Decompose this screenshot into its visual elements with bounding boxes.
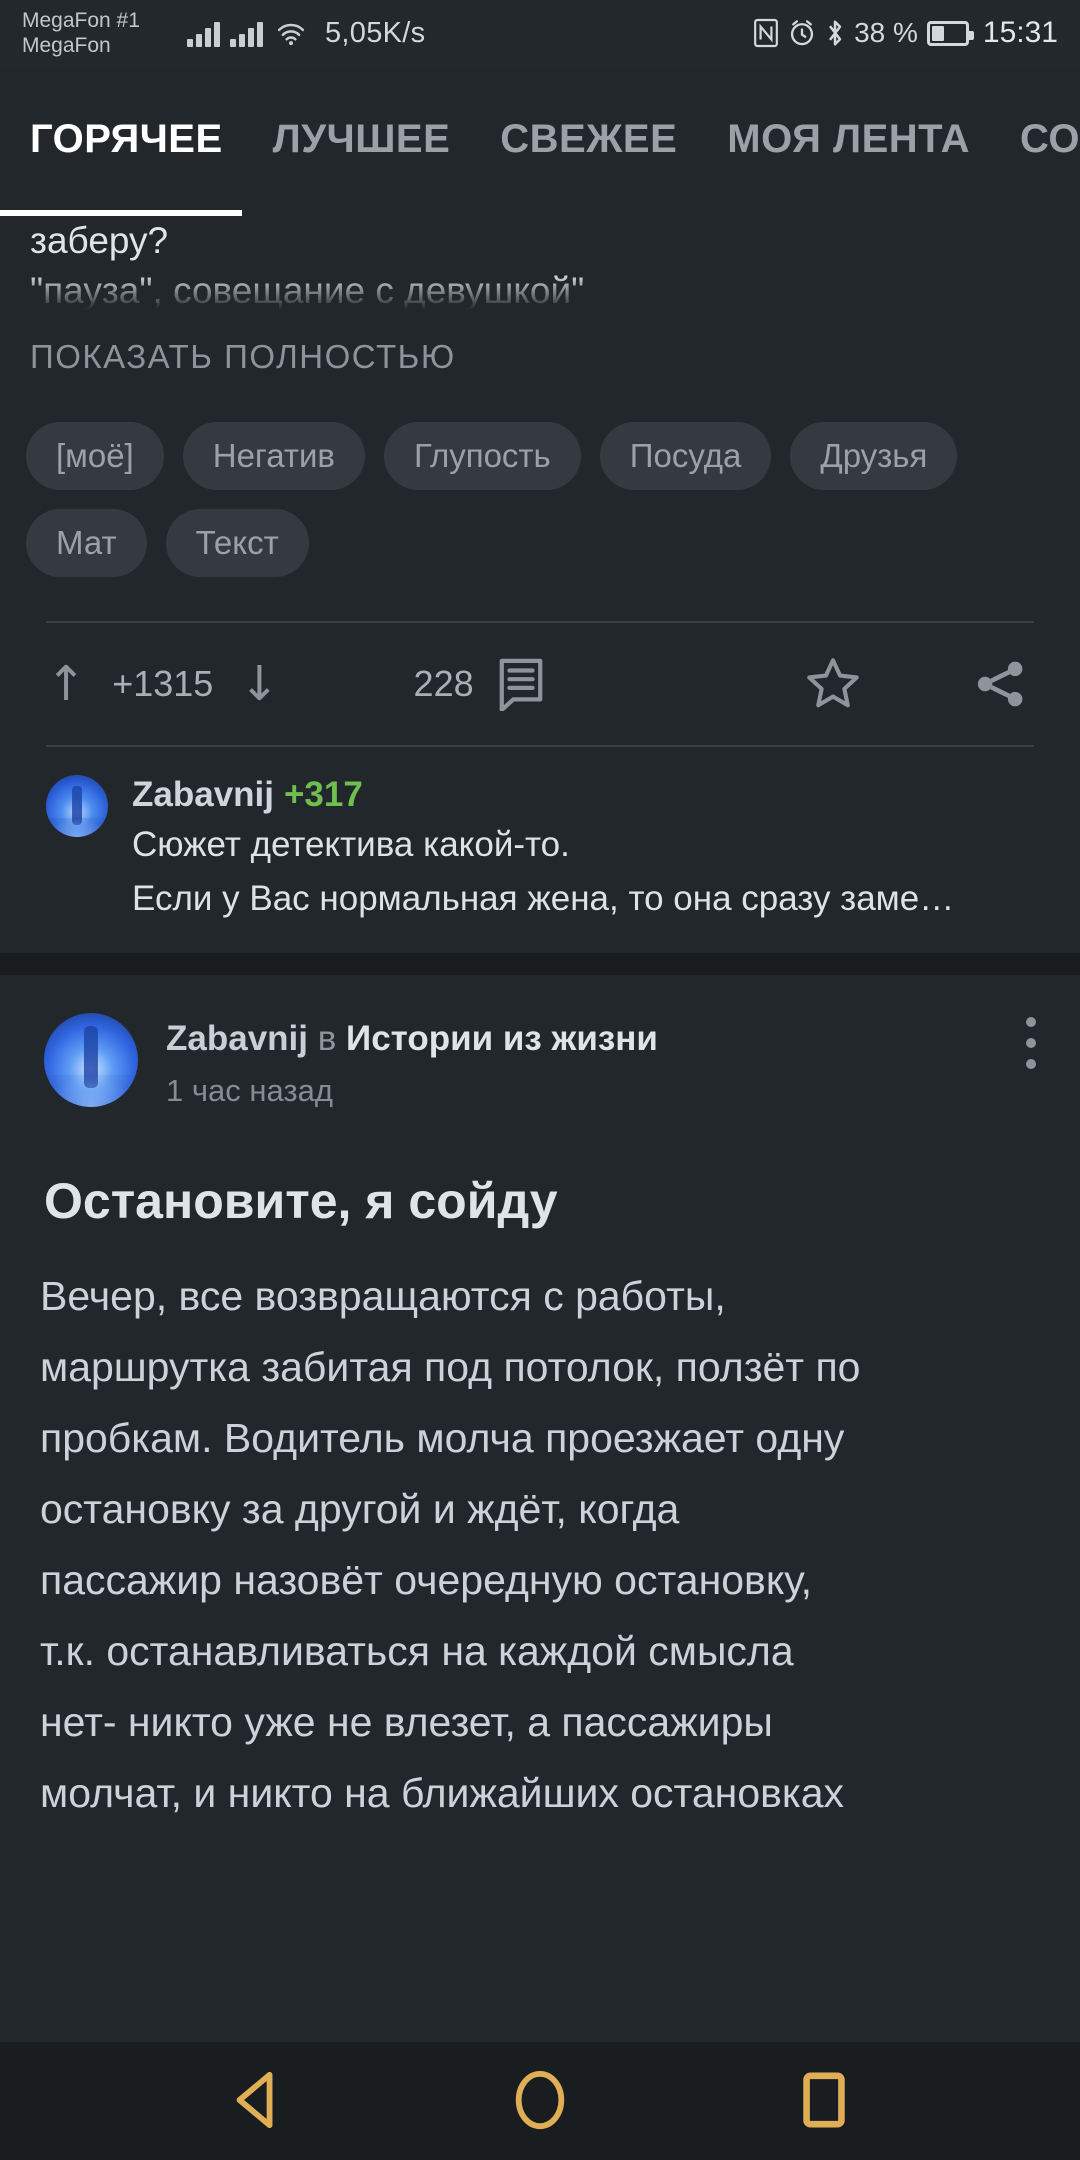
tab-fresh[interactable]: СВЕЖЕЕ bbox=[500, 117, 677, 162]
post-timestamp: 1 час назад bbox=[166, 1073, 333, 1108]
post-card-2: Zabavnij в Истории из жизни 1 час назад … bbox=[0, 975, 1080, 1829]
post-title[interactable]: Остановите, я сойду bbox=[0, 1109, 1080, 1231]
post-body-line: остановку за другой и ждёт, когда bbox=[40, 1486, 680, 1532]
post-body: Вечер, все возвращаются с работы, маршру… bbox=[0, 1231, 1080, 1829]
tag-chip[interactable]: Посуда bbox=[599, 422, 772, 490]
post-1-tag-list: [моё] Негатив Глупость Посуда Друзья Мат… bbox=[0, 386, 1080, 577]
clock: 15:31 bbox=[982, 16, 1058, 49]
tag-chip[interactable]: Текст bbox=[165, 509, 309, 577]
comment-icon[interactable] bbox=[496, 657, 546, 711]
post-2-meta: Zabavnij в Истории из жизни 1 час назад bbox=[166, 1013, 1036, 1109]
post-2-header: Zabavnij в Истории из жизни 1 час назад bbox=[0, 975, 1080, 1109]
comments-group[interactable]: 228 bbox=[414, 657, 546, 711]
recents-square-icon[interactable] bbox=[776, 2052, 872, 2148]
tab-best[interactable]: ЛУЧШЕЕ bbox=[273, 117, 451, 162]
show-more-button[interactable]: ПОКАЗАТЬ ПОЛНОСТЬЮ bbox=[0, 316, 1080, 386]
carrier-line-1: MegaFon #1 bbox=[22, 9, 140, 32]
post-separator bbox=[0, 953, 1080, 975]
upvote-icon[interactable]: ↑ bbox=[46, 660, 86, 708]
post-body-line: молчат, и никто на ближайших остановках bbox=[40, 1770, 845, 1816]
avatar[interactable] bbox=[44, 1013, 138, 1107]
tag-chip[interactable]: Друзья bbox=[790, 422, 958, 490]
battery-percent: 38 % bbox=[854, 17, 918, 48]
star-icon[interactable] bbox=[804, 655, 862, 713]
post-body-line: пробкам. Водитель молча проезжает одну bbox=[40, 1415, 845, 1461]
comments-count: 228 bbox=[413, 663, 474, 704]
text-fade-overlay bbox=[0, 276, 1080, 316]
downvote-icon[interactable]: ↓ bbox=[239, 660, 279, 708]
tab-hot[interactable]: ГОРЯЧЕЕ bbox=[30, 117, 223, 162]
post-body-line: т.к. останавливаться на каждой смысла bbox=[40, 1628, 794, 1674]
avatar[interactable] bbox=[46, 775, 108, 837]
signal-bars-sim1-icon bbox=[187, 19, 220, 47]
post-body-line: нет- никто уже не влезет, а пассажиры bbox=[40, 1699, 773, 1745]
android-navigation-bar bbox=[0, 2040, 1080, 2160]
battery-icon bbox=[926, 20, 974, 46]
kebab-menu-icon[interactable] bbox=[1026, 1017, 1036, 1069]
status-bar: MegaFon #1 MegaFon 5,05K/s 38 % 15:31 bbox=[0, 0, 1080, 66]
post-card-1: заберу? "пауза", совещание с девушкой" П… bbox=[0, 216, 1080, 953]
comment-text-line-1: Сюжет детектива какой-то. bbox=[132, 825, 570, 864]
comment-author[interactable]: Zabavnij bbox=[132, 775, 274, 814]
home-circle-icon[interactable] bbox=[492, 2052, 588, 2148]
mobile-data-icon bbox=[277, 23, 305, 46]
post-2-byline: Zabavnij в Истории из жизни bbox=[166, 1017, 1036, 1061]
tab-bar: ГОРЯЧЕЕ ЛУЧШЕЕ СВЕЖЕЕ МОЯ ЛЕНТА СО bbox=[0, 66, 1080, 216]
post-1-truncated-text[interactable]: заберу? "пауза", совещание с девушкой" bbox=[0, 216, 1080, 316]
status-left-icons: 5,05K/s bbox=[187, 17, 425, 50]
top-comment[interactable]: Zabavnij +317 Сюжет детектива какой-то. Е… bbox=[0, 747, 1080, 949]
post-body-line: пассажир назовёт очередную остановку, bbox=[40, 1557, 813, 1603]
bluetooth-icon bbox=[829, 20, 842, 46]
share-icon[interactable] bbox=[972, 656, 1034, 712]
network-speed: 5,05K/s bbox=[325, 16, 426, 49]
navbar-top-border bbox=[0, 2040, 1080, 2042]
tag-chip[interactable]: [моё] bbox=[26, 422, 164, 490]
post-body-line: Вечер, все возвращаются с работы, bbox=[40, 1273, 726, 1319]
tab-list[interactable]: ГОРЯЧЕЕ ЛУЧШЕЕ СВЕЖЕЕ МОЯ ЛЕНТА СО bbox=[0, 66, 1080, 212]
feed-scroll-area[interactable]: заберу? "пауза", совещание с девушкой" П… bbox=[0, 216, 1080, 2040]
post-1-action-bar: ↑ +1315 ↓ 228 bbox=[0, 623, 1080, 745]
comment-score: +317 bbox=[283, 775, 363, 814]
rating-value: +1315 bbox=[112, 663, 214, 704]
nfc-icon bbox=[754, 18, 779, 48]
post-author[interactable]: Zabavnij bbox=[166, 1019, 308, 1058]
back-triangle-icon[interactable] bbox=[208, 2052, 304, 2148]
signal-bars-sim2-icon bbox=[230, 19, 263, 47]
carrier-line-2: MegaFon bbox=[22, 34, 111, 57]
post-1-text-line-1: заберу? bbox=[30, 220, 169, 261]
community-name[interactable]: Истории из жизни bbox=[346, 1019, 658, 1058]
status-right-icons: 38 % 15:31 bbox=[753, 16, 1058, 50]
alarm-icon bbox=[791, 20, 814, 46]
rating-group: ↑ +1315 ↓ bbox=[46, 660, 280, 708]
comment-text-line-2: Если у Вас нормальная жена, то она сразу… bbox=[132, 879, 955, 918]
tag-chip[interactable]: Глупость bbox=[383, 422, 581, 490]
comment-header: Zabavnij +317 bbox=[132, 775, 1034, 815]
tab-communities[interactable]: СО bbox=[1020, 117, 1080, 162]
in-preposition: в bbox=[317, 1019, 337, 1058]
comment-body: Zabavnij +317 Сюжет детектива какой-то. Е… bbox=[132, 775, 1034, 923]
carrier-label: MegaFon #1 MegaFon bbox=[22, 8, 187, 58]
tab-my-feed[interactable]: МОЯ ЛЕНТА bbox=[727, 117, 970, 162]
post-body-line: маршрутка забитая под потолок, ползёт по bbox=[40, 1344, 861, 1390]
tag-chip[interactable]: Негатив bbox=[182, 422, 365, 490]
phone-screen: MegaFon #1 MegaFon 5,05K/s 38 % 15:31 ГО… bbox=[0, 0, 1080, 2160]
tag-chip[interactable]: Мат bbox=[26, 509, 147, 577]
